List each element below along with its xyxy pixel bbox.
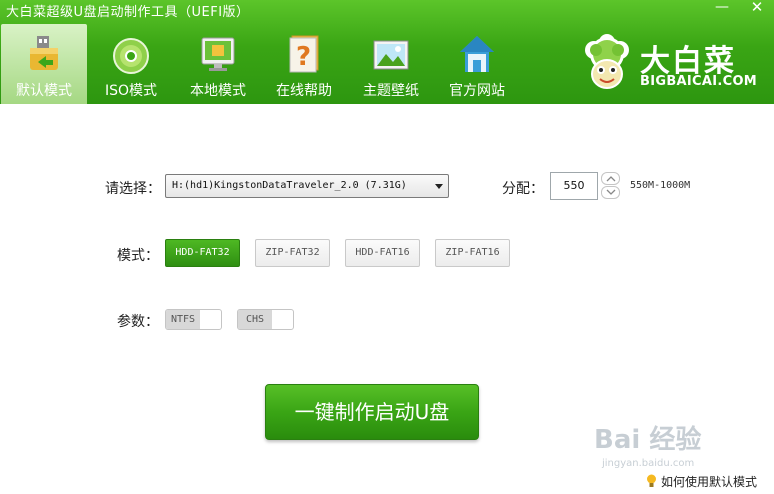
- mode-label: 模式：: [117, 248, 159, 264]
- ntfs-toggle[interactable]: NTFS: [165, 309, 222, 330]
- tab-default-mode[interactable]: 默认模式: [1, 24, 87, 104]
- tab-label: ISO模式: [104, 83, 158, 99]
- tab-local-mode[interactable]: 本地模式: [175, 24, 261, 104]
- svg-text:?: ?: [296, 42, 311, 72]
- param-label: 参数：: [117, 314, 159, 330]
- partition-size-input[interactable]: 550: [550, 172, 598, 200]
- cabbage-mascot-icon: [585, 34, 629, 89]
- home-icon: [460, 36, 494, 72]
- baidu-watermark: Bai 经验 jingyan.baidu.com: [594, 424, 701, 469]
- header-bar: 大白菜超级U盘启动制作工具（UEFI版） — ✕ 默认模式 ISO模式 本地模式…: [0, 0, 774, 104]
- monitor-icon: [201, 37, 235, 71]
- tab-online-help[interactable]: ? 在线帮助: [261, 24, 347, 104]
- lightbulb-icon: [647, 474, 656, 487]
- partition-label: 分配：: [502, 181, 544, 197]
- watermark-text: Bai 经验: [594, 424, 701, 455]
- device-select[interactable]: H:(hd1)KingstonDataTraveler_2.0 (7.31G): [165, 174, 449, 198]
- tab-label: 在线帮助: [276, 83, 332, 99]
- mode-zip-fat32-button[interactable]: ZIP-FAT32: [255, 239, 330, 267]
- close-button[interactable]: ✕: [742, 0, 772, 18]
- usb-drive-icon: [30, 36, 58, 70]
- minimize-button[interactable]: —: [707, 0, 737, 18]
- chevron-down-icon: [606, 189, 616, 195]
- tab-label: 本地模式: [190, 83, 246, 99]
- landscape-picture-icon: [373, 40, 409, 70]
- chevron-down-icon: [435, 184, 443, 189]
- watermark-sub: jingyan.baidu.com: [601, 458, 694, 469]
- partition-range-hint: 550M-1000M: [630, 180, 691, 191]
- toggle-label: CHS: [238, 310, 272, 329]
- help-link[interactable]: 如何使用默认模式: [646, 473, 757, 490]
- chevron-up-icon: [606, 176, 616, 182]
- tab-label: 默认模式: [16, 83, 72, 99]
- window-title: 大白菜超级U盘启动制作工具（UEFI版）: [6, 5, 250, 20]
- disc-icon: [113, 38, 149, 74]
- help-link-text: 如何使用默认模式: [661, 475, 758, 489]
- tab-label: 官方网站: [449, 83, 505, 99]
- mode-hdd-fat16-button[interactable]: HDD-FAT16: [345, 239, 420, 267]
- tab-official-site[interactable]: 官方网站: [434, 24, 520, 104]
- tab-theme-wallpaper[interactable]: 主题壁纸: [348, 24, 434, 104]
- tab-label: 主题壁纸: [363, 83, 419, 99]
- mode-zip-fat16-button[interactable]: ZIP-FAT16: [435, 239, 510, 267]
- mode-hdd-fat32-button[interactable]: HDD-FAT32: [165, 239, 240, 267]
- chs-toggle[interactable]: CHS: [237, 309, 294, 330]
- brand-logo: 大白菜 BIGBAICAI.COM: [578, 34, 768, 94]
- spin-down-button[interactable]: [601, 186, 620, 199]
- question-book-icon: ?: [289, 35, 319, 73]
- toggle-label: NTFS: [166, 310, 200, 329]
- spin-up-button[interactable]: [601, 172, 620, 185]
- tab-iso-mode[interactable]: ISO模式: [88, 24, 174, 104]
- brand-url: BIGBAICAI.COM: [640, 74, 758, 89]
- make-bootable-usb-button[interactable]: 一键制作启动U盘: [265, 384, 479, 440]
- select-label: 请选择：: [105, 181, 161, 197]
- device-select-value: H:(hd1)KingstonDataTraveler_2.0 (7.31G): [172, 180, 407, 191]
